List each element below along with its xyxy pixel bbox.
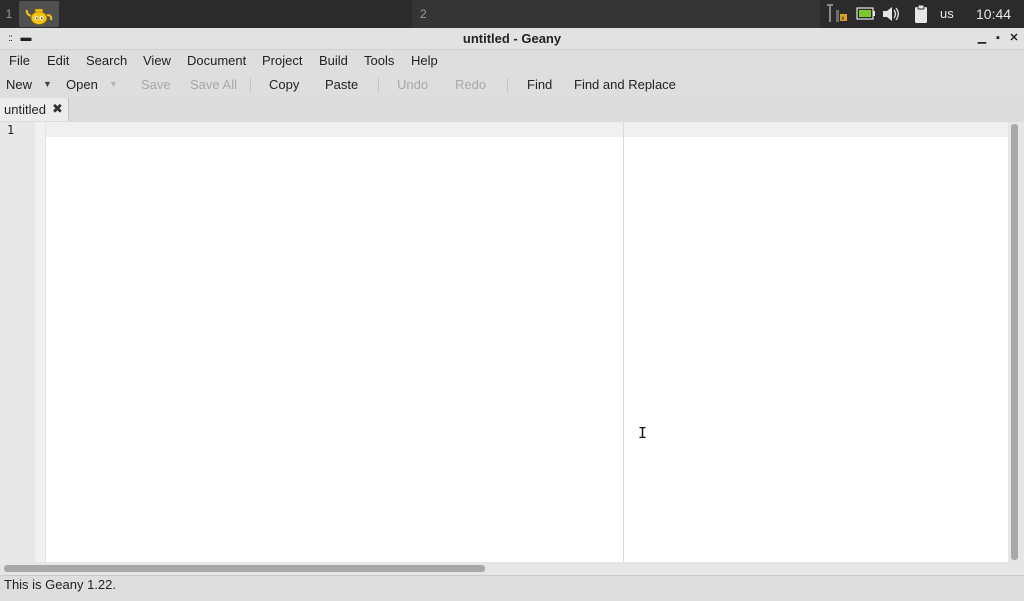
redo-button[interactable]: Redo	[455, 72, 486, 97]
battery-tray-button[interactable]	[856, 0, 876, 28]
toolbar-separator	[507, 78, 508, 92]
new-dropdown-arrow-icon[interactable]: ▼	[43, 72, 52, 97]
toolbar: New ▼ Open ▼ Save Save All Copy Paste Un…	[0, 72, 1024, 99]
network-wired-icon: x	[827, 4, 847, 22]
find-button[interactable]: Find	[527, 72, 552, 97]
paste-button[interactable]: Paste	[325, 72, 358, 97]
editor-area[interactable]: 1 I	[0, 122, 1024, 562]
keyboard-layout-indicator[interactable]: us	[940, 0, 954, 28]
window-titlebar[interactable]: :: ▬ untitled - Geany ▁ ▪ ✕	[0, 28, 1024, 50]
long-line-marker	[623, 122, 624, 562]
menu-document[interactable]: Document	[187, 50, 246, 72]
desktop-panel: 1 2 x us 10:44	[0, 0, 1024, 28]
vertical-scrollbar[interactable]	[1008, 122, 1024, 562]
menu-search[interactable]: Search	[86, 50, 127, 72]
network-tray-button[interactable]: x	[826, 0, 848, 28]
save-button[interactable]: Save	[141, 72, 171, 97]
line-number: 1	[7, 123, 15, 137]
workspace-1-button[interactable]: 1	[0, 0, 18, 28]
menu-tools[interactable]: Tools	[364, 50, 394, 72]
save-all-button[interactable]: Save All	[190, 72, 237, 97]
maximize-button[interactable]: ▪	[991, 28, 1005, 49]
menu-file[interactable]: File	[9, 50, 30, 72]
current-line-highlight	[46, 122, 1008, 137]
find-and-replace-button[interactable]: Find and Replace	[574, 72, 676, 97]
tab-untitled[interactable]: untitled ✖	[0, 98, 69, 121]
tab-close-icon[interactable]: ✖	[52, 98, 63, 120]
mouse-ibeam-cursor-icon: I	[638, 424, 648, 442]
taskbar-geany-button[interactable]	[19, 1, 59, 27]
close-button[interactable]: ✕	[1007, 28, 1021, 49]
volume-tray-button[interactable]	[881, 0, 903, 28]
fold-margin[interactable]	[35, 122, 46, 562]
menu-view[interactable]: View	[143, 50, 171, 72]
horizontal-scrollbar[interactable]	[0, 562, 1024, 575]
workspace-1-label: 1	[5, 7, 13, 21]
toolbar-separator	[250, 78, 251, 92]
status-bar: This is Geany 1.22.	[0, 575, 1024, 601]
open-button[interactable]: Open	[66, 72, 98, 97]
clipboard-icon	[915, 4, 927, 23]
document-tab-bar: untitled ✖	[0, 98, 1024, 123]
workspace-2-label: 2	[420, 7, 427, 21]
status-message: This is Geany 1.22.	[4, 577, 116, 592]
minimize-button[interactable]: ▁	[975, 28, 989, 49]
workspace-2-button[interactable]: 2	[412, 0, 820, 28]
volume-icon	[883, 7, 899, 21]
copy-button[interactable]: Copy	[269, 72, 299, 97]
clock[interactable]: 10:44	[976, 0, 1011, 28]
tab-label: untitled	[4, 102, 46, 117]
new-button[interactable]: New	[6, 72, 32, 97]
horizontal-scrollbar-thumb[interactable]	[4, 565, 485, 572]
toolbar-separator	[378, 78, 379, 92]
menu-build[interactable]: Build	[319, 50, 348, 72]
line-number-margin[interactable]: 1	[0, 122, 35, 562]
clipboard-tray-button[interactable]	[912, 0, 930, 28]
menu-project[interactable]: Project	[262, 50, 302, 72]
battery-icon	[856, 7, 875, 20]
menu-help[interactable]: Help	[411, 50, 438, 72]
window-title: untitled - Geany	[462, 31, 562, 46]
vertical-scrollbar-thumb[interactable]	[1011, 124, 1018, 560]
svg-text:x: x	[841, 15, 845, 22]
menu-edit[interactable]: Edit	[47, 50, 69, 72]
geany-teapot-icon	[25, 8, 53, 25]
menu-bar: File Edit Search View Document Project B…	[0, 50, 1024, 72]
undo-button[interactable]: Undo	[397, 72, 428, 97]
open-dropdown-arrow-icon[interactable]: ▼	[109, 72, 118, 97]
